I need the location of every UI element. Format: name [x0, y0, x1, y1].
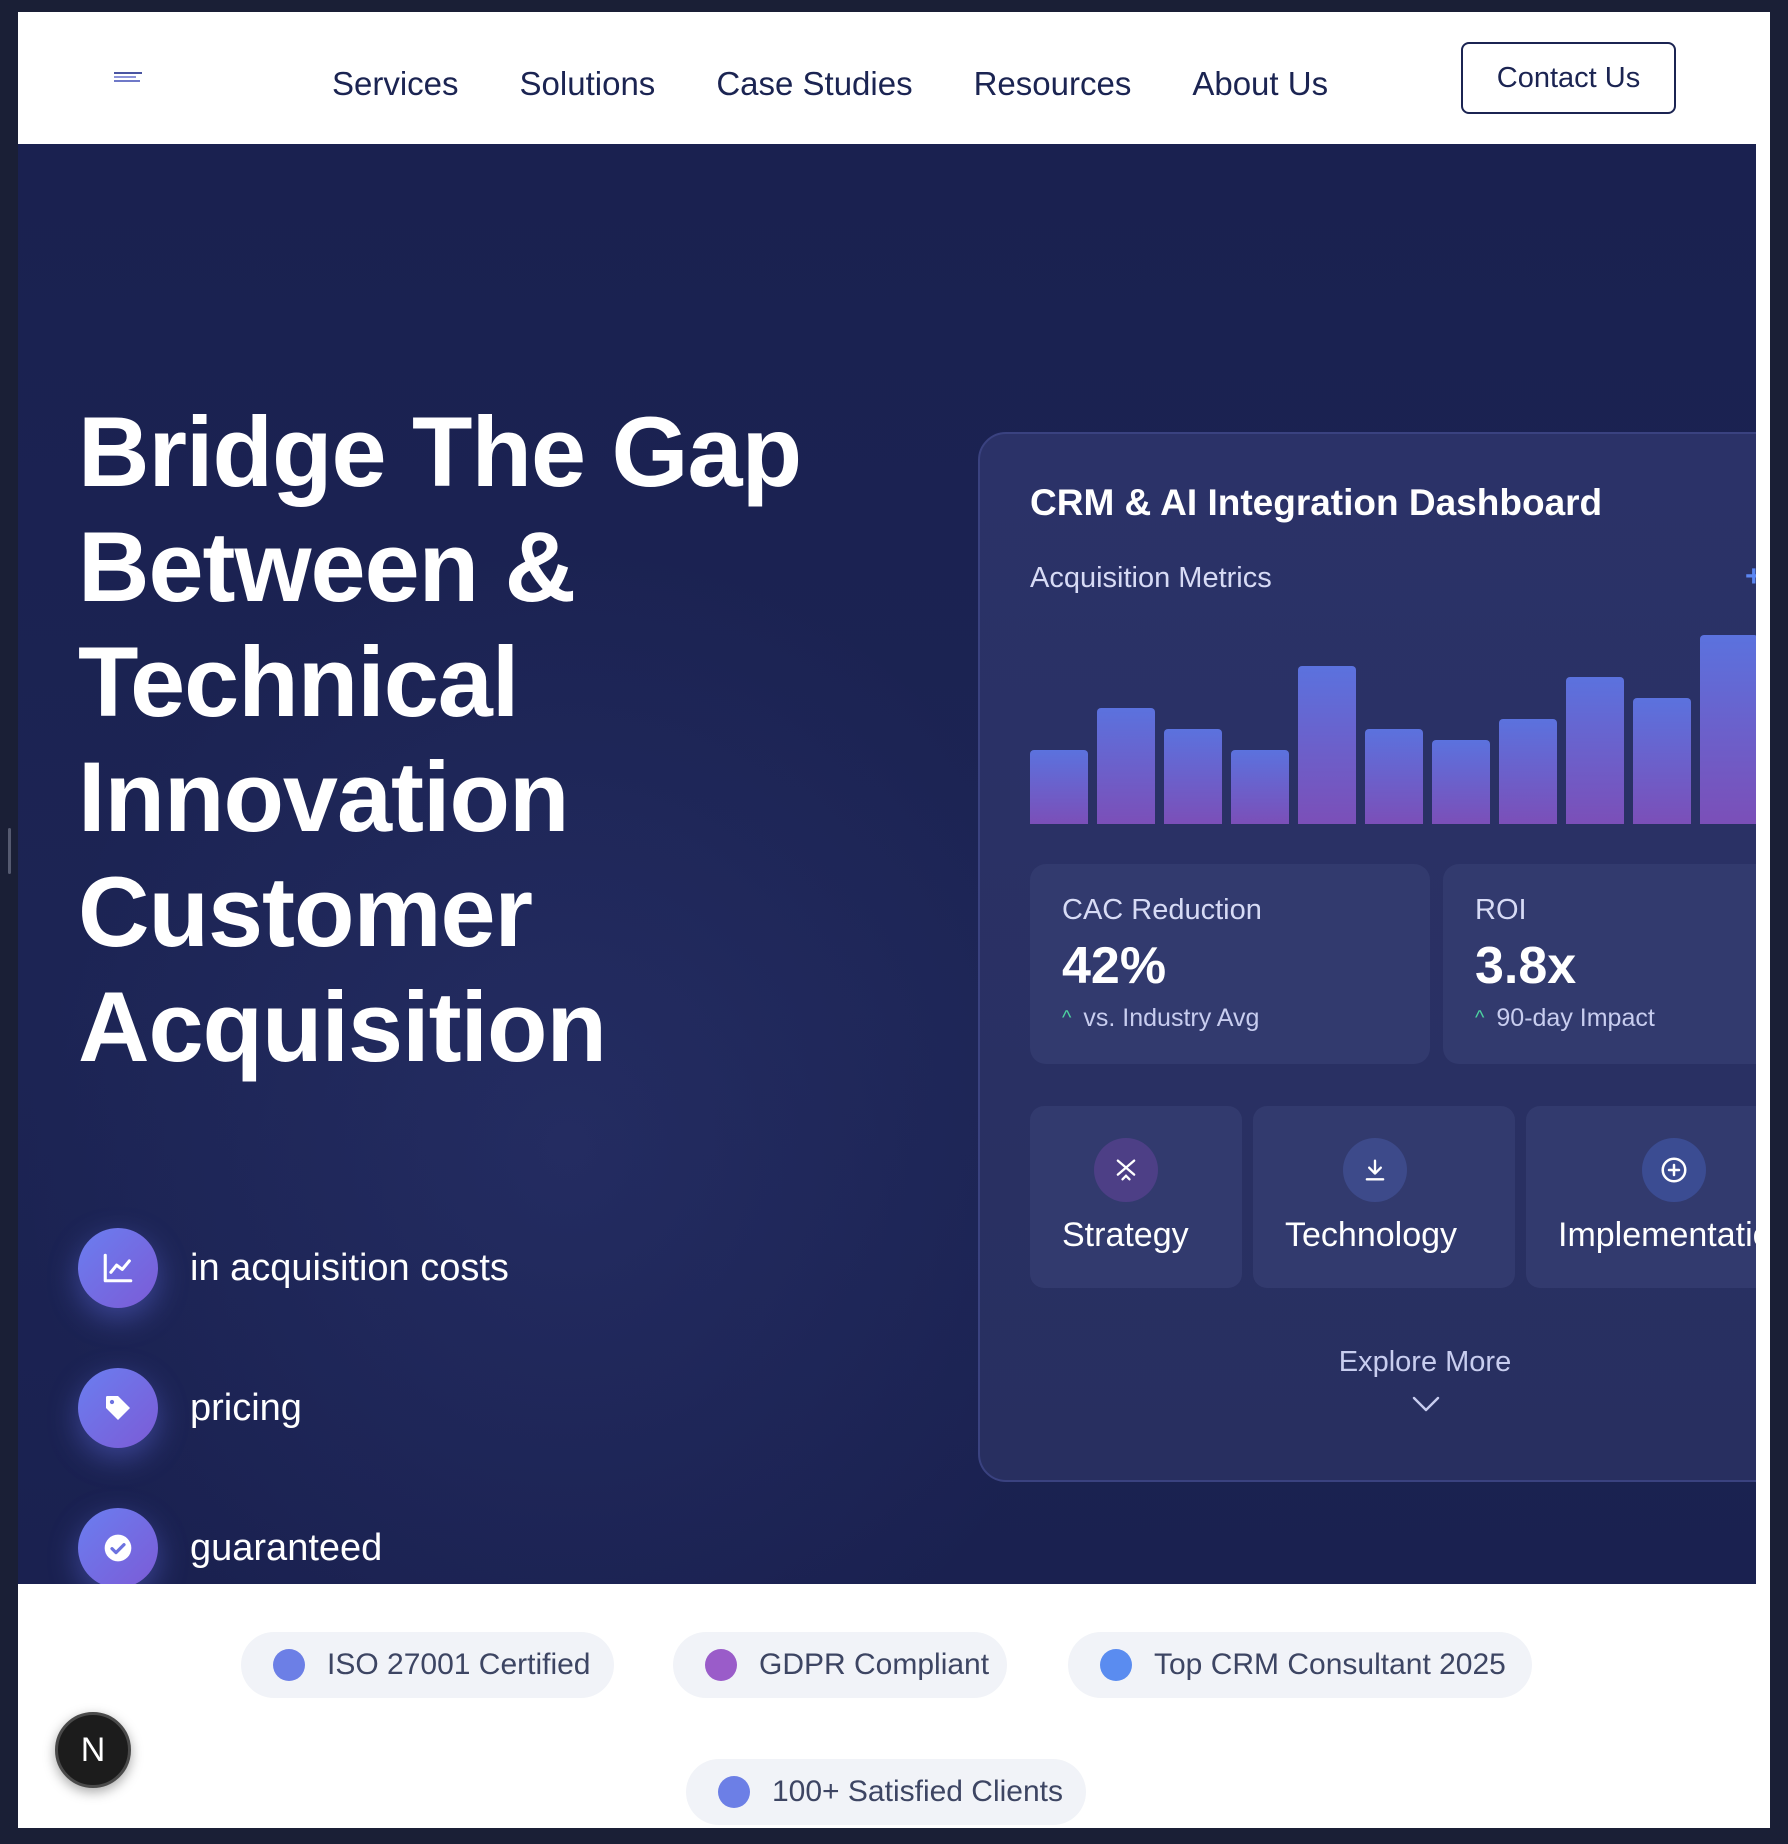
- feature-item: guaranteed: [78, 1508, 382, 1584]
- tag-icon: [78, 1368, 158, 1448]
- feature-text: pricing: [190, 1386, 302, 1429]
- badge-text: 100+ Satisfied Clients: [772, 1775, 1064, 1808]
- stat-subtext: ^ 90-day Impact: [1475, 1004, 1655, 1033]
- contact-us-button[interactable]: Contact Us: [1461, 42, 1676, 114]
- chart-line-icon: [78, 1228, 158, 1308]
- service-technology[interactable]: Technology: [1253, 1106, 1515, 1288]
- arrow-up-icon: ^: [1062, 1007, 1072, 1029]
- explore-more-link[interactable]: Explore More: [980, 1346, 1756, 1379]
- stat-subtext-label: vs. Industry Avg: [1083, 1004, 1260, 1032]
- chart-bar: [1030, 750, 1088, 824]
- check-circle-icon: [78, 1508, 158, 1584]
- stat-subtext: ^ vs. Industry Avg: [1062, 1004, 1259, 1033]
- plus-icon[interactable]: +: [1745, 560, 1756, 594]
- nav-link-about-us[interactable]: About Us: [1192, 64, 1328, 104]
- badge-dot: [705, 1649, 737, 1681]
- hero-title: Bridge The Gap Between & Technical Innov…: [78, 394, 898, 1084]
- badge-text: ISO 27001 Certified: [327, 1648, 591, 1681]
- chart-bar: [1365, 729, 1423, 824]
- strategy-icon: [1094, 1138, 1158, 1202]
- stat-label: ROI: [1475, 894, 1527, 926]
- hero-title-line: Acquisition: [78, 971, 607, 1082]
- chart-bar: [1566, 677, 1624, 824]
- logo[interactable]: [114, 72, 144, 82]
- badge-iso: ISO 27001 Certified: [241, 1632, 614, 1698]
- page-frame: Services Solutions Case Studies Resource…: [18, 12, 1770, 1828]
- service-label: Technology: [1285, 1216, 1458, 1254]
- top-nav: Services Solutions Case Studies Resource…: [18, 12, 1770, 144]
- bar-chart: [1030, 614, 1756, 824]
- service-label: Implementation: [1558, 1216, 1756, 1254]
- badge-dot: [273, 1649, 305, 1681]
- badge-text: GDPR Compliant: [759, 1648, 990, 1681]
- badge-clients: 100+ Satisfied Clients: [686, 1759, 1086, 1825]
- chart-bar: [1164, 729, 1222, 824]
- stat-value: 42%: [1062, 937, 1167, 995]
- metrics-label: Acquisition Metrics: [1030, 562, 1272, 594]
- plus-circle-icon: [1642, 1138, 1706, 1202]
- resize-handle[interactable]: [8, 828, 11, 874]
- stat-subtext-label: 90-day Impact: [1496, 1004, 1655, 1032]
- nav-link-resources[interactable]: Resources: [974, 64, 1132, 104]
- chart-bar: [1231, 750, 1289, 824]
- feature-text: guaranteed: [190, 1526, 383, 1569]
- service-strategy[interactable]: Strategy: [1030, 1106, 1242, 1288]
- feature-item: pricing: [78, 1368, 302, 1448]
- stat-label: CAC Reduction: [1062, 894, 1262, 926]
- chart-bar: [1633, 698, 1691, 824]
- badge-dot: [1100, 1649, 1132, 1681]
- chart-bar: [1432, 740, 1490, 824]
- chevron-down-icon[interactable]: [1411, 1394, 1441, 1419]
- hero-title-line: Between &: [78, 511, 576, 622]
- hero-title-line: Customer: [78, 856, 533, 967]
- feature-text: in acquisition costs: [190, 1246, 509, 1289]
- nav-link-services[interactable]: Services: [332, 64, 459, 104]
- download-icon: [1343, 1138, 1407, 1202]
- service-implementation[interactable]: Implementation: [1526, 1106, 1756, 1288]
- badge-gdpr: GDPR Compliant: [673, 1632, 1007, 1698]
- chart-bar: [1700, 635, 1756, 824]
- hero-title-line: Bridge The Gap: [78, 396, 802, 507]
- service-label: Strategy: [1062, 1216, 1189, 1254]
- stat-card-cac: CAC Reduction 42% ^ vs. Industry Avg: [1030, 864, 1430, 1064]
- arrow-up-icon: ^: [1475, 1007, 1485, 1029]
- hero-section: Bridge The Gap Between & Technical Innov…: [18, 144, 1756, 1584]
- stat-card-roi: ROI 3.8x ^ 90-day Impact: [1443, 864, 1756, 1064]
- badge-text: Top CRM Consultant 2025: [1154, 1648, 1506, 1681]
- floating-n-button[interactable]: N: [55, 1712, 131, 1788]
- feature-item: in acquisition costs: [78, 1228, 509, 1308]
- nav-link-case-studies[interactable]: Case Studies: [716, 64, 912, 104]
- badge-dot: [718, 1776, 750, 1808]
- nav-link-solutions[interactable]: Solutions: [520, 64, 656, 104]
- chart-bar: [1298, 666, 1356, 824]
- hero-title-line: Technical: [78, 626, 519, 737]
- badge-crm-consultant: Top CRM Consultant 2025: [1068, 1632, 1532, 1698]
- dashboard-card: CRM & AI Integration Dashboard Acquisiti…: [978, 432, 1756, 1482]
- chart-bar: [1097, 708, 1155, 824]
- stat-value: 3.8x: [1475, 937, 1577, 995]
- chart-bar: [1499, 719, 1557, 824]
- dashboard-title: CRM & AI Integration Dashboard: [1030, 482, 1603, 523]
- hero-title-line: Innovation: [78, 741, 569, 852]
- nav-links: Services Solutions Case Studies Resource…: [332, 64, 1389, 104]
- floating-button-label: N: [80, 1730, 106, 1769]
